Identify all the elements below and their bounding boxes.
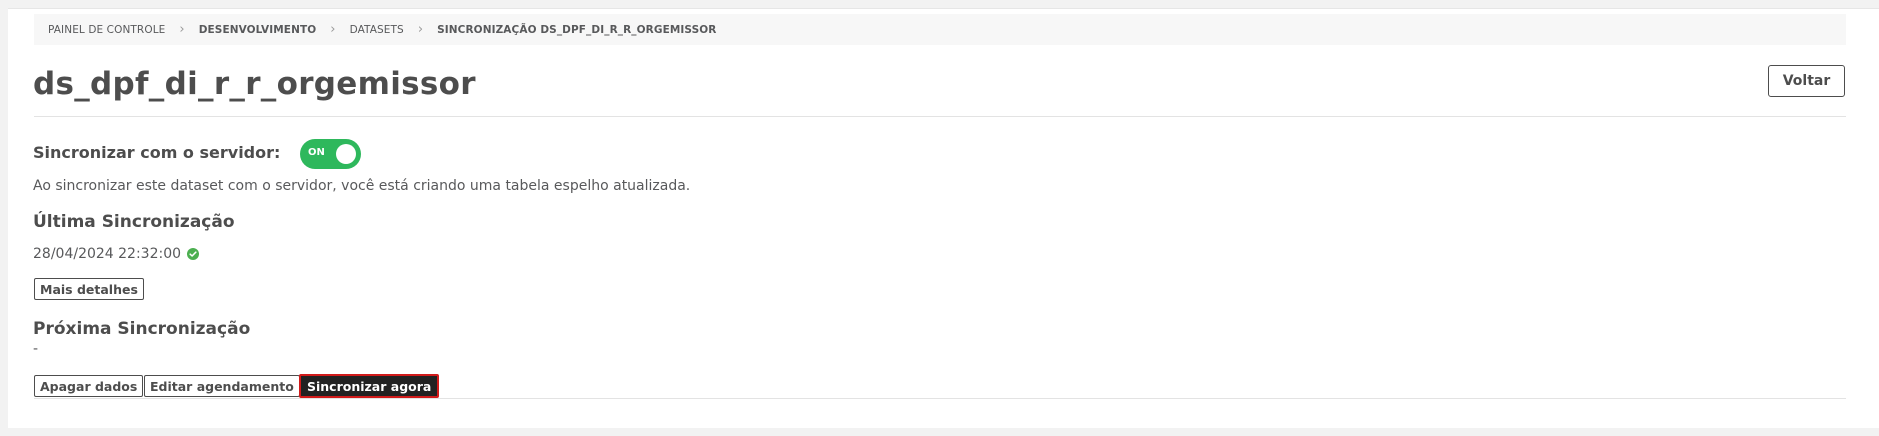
last-sync-heading: Última Sincronização	[33, 212, 235, 232]
chevron-right-icon: ›	[179, 22, 185, 37]
chevron-right-icon: ›	[417, 22, 424, 37]
header-divider	[34, 116, 1846, 117]
sync-now-button[interactable]: Sincronizar agora	[299, 374, 440, 398]
edit-schedule-button[interactable]: Editar agendamento	[144, 375, 300, 397]
breadcrumb-item-painel[interactable]: PAINEL DE CONTROLE	[48, 24, 165, 36]
breadcrumb: PAINEL DE CONTROLE › DESENVOLVIMENTO › D…	[34, 14, 1846, 45]
sync-description: Ao sincronizar este dataset com o servid…	[33, 178, 691, 194]
last-sync-row: 28/04/2024 22:32:00	[33, 246, 200, 262]
toggle-state-text: ON	[308, 147, 325, 158]
sync-toggle[interactable]: ON	[300, 139, 361, 169]
footer-divider	[34, 398, 1846, 399]
back-button[interactable]: Voltar	[1768, 65, 1845, 97]
delete-data-button[interactable]: Apagar dados	[34, 375, 144, 397]
next-sync-heading: Próxima Sincronização	[33, 319, 251, 339]
sync-toggle-label: Sincronizar com o servidor:	[33, 143, 281, 162]
toggle-knob	[336, 144, 356, 164]
chevron-right-icon: ›	[330, 22, 336, 37]
check-circle-icon	[187, 248, 200, 260]
page-title: ds_dpf_di_r_r_orgemissor	[33, 66, 476, 102]
more-details-button[interactable]: Mais detalhes	[34, 278, 144, 300]
breadcrumb-item-datasets[interactable]: DATASETS	[350, 24, 404, 36]
breadcrumb-item-desenvolvimento[interactable]: DESENVOLVIMENTO	[199, 24, 317, 36]
breadcrumb-item-current: SINCRONIZAÇÃO DS_DPF_DI_R_R_ORGEMISSOR	[437, 23, 717, 36]
last-sync-value: 28/04/2024 22:32:00	[33, 246, 182, 262]
next-sync-value: -	[33, 341, 39, 357]
